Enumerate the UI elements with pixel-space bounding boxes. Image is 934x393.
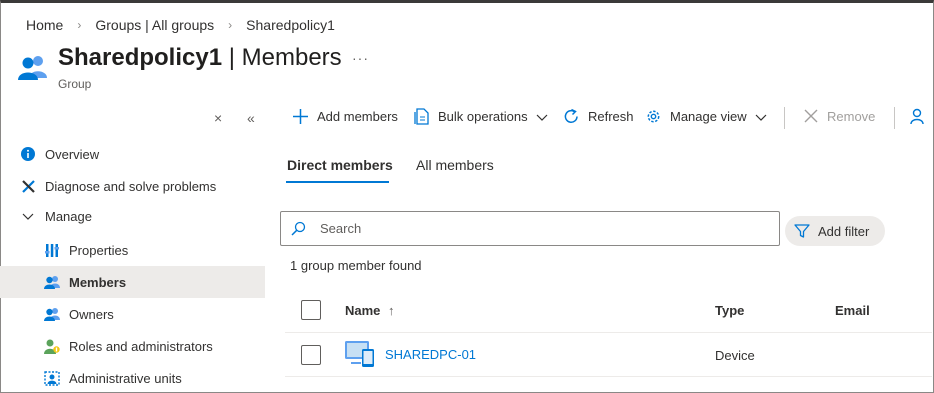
bulk-operations-label: Bulk operations [438, 109, 528, 124]
info-icon [20, 146, 36, 162]
tab-all-members[interactable]: All members [416, 157, 494, 173]
sidebar-item-manage[interactable]: Manage [0, 200, 265, 232]
properties-icon [44, 242, 60, 258]
breadcrumb-current[interactable]: Sharedpolicy1 [246, 17, 335, 33]
remove-button[interactable]: Remove [803, 108, 875, 124]
sidebar-item-label: Manage [45, 208, 92, 224]
admin-units-icon [44, 370, 60, 386]
sidebar-item-label: Roles and administrators [69, 338, 213, 354]
close-icon [803, 108, 819, 124]
chevron-down-icon [20, 208, 36, 224]
chevron-down-icon [536, 111, 548, 123]
sidebar-item-properties[interactable]: Properties [0, 234, 265, 266]
feedback-button[interactable] [910, 108, 934, 125]
refresh-icon [563, 108, 580, 125]
sidebar-item-label: Administrative units [69, 370, 182, 386]
remove-label: Remove [827, 108, 876, 124]
sidebar-item-roles[interactable]: Roles and administrators [0, 330, 265, 362]
column-header-email[interactable]: Email [835, 303, 870, 318]
search-box [280, 211, 780, 246]
collapse-sidebar-icon[interactable]: « [247, 110, 255, 126]
sidebar-item-owners[interactable]: Owners [0, 298, 265, 330]
add-filter-label: Add filter [818, 223, 870, 239]
page-title-name: Sharedpolicy1 [58, 44, 223, 71]
chevron-down-icon [755, 111, 767, 123]
plus-icon [292, 108, 309, 125]
sidebar-item-diagnose[interactable]: Diagnose and solve problems [0, 170, 265, 202]
sidebar-item-admin-units[interactable]: Administrative units [0, 362, 265, 393]
add-members-button[interactable]: Add members [292, 108, 398, 125]
manage-view-label: Manage view [670, 109, 747, 124]
row-checkbox[interactable] [301, 345, 321, 365]
toolbar-divider [894, 107, 895, 129]
page-subtitle: Group [58, 77, 92, 91]
header-divider [285, 332, 932, 333]
refresh-label: Refresh [588, 109, 634, 124]
person-feedback-icon [910, 108, 928, 125]
more-options-button[interactable]: ··· [352, 50, 369, 66]
column-header-name[interactable]: Name ↑ [345, 303, 395, 318]
active-tab-indicator [286, 181, 389, 183]
toolbar-divider [784, 107, 785, 129]
sidebar-item-overview[interactable]: Overview [0, 138, 265, 170]
filter-icon [794, 223, 810, 239]
device-name-link[interactable]: SHAREDPC-01 [385, 347, 476, 362]
sidebar-item-members[interactable]: Members [0, 266, 265, 298]
search-input[interactable] [320, 221, 760, 236]
bulk-operations-icon [414, 108, 430, 125]
wrench-icon [20, 178, 36, 194]
sort-ascending-icon: ↑ [388, 303, 395, 318]
device-icon [344, 340, 376, 371]
bulk-operations-button[interactable]: Bulk operations [414, 108, 548, 125]
sidebar-item-label: Overview [45, 146, 100, 162]
breadcrumb-separator-icon: › [228, 18, 233, 32]
owners-icon [44, 306, 60, 322]
row-divider [285, 376, 932, 377]
sidebar-item-label: Diagnose and solve problems [45, 178, 217, 194]
group-icon [18, 54, 48, 83]
breadcrumb-home[interactable]: Home [26, 17, 63, 33]
page-title: Sharedpolicy1 | Members [58, 44, 342, 72]
manage-view-button[interactable]: Manage view [645, 108, 767, 125]
members-icon [44, 274, 60, 290]
sidebar-item-label: Properties [69, 242, 129, 258]
search-icon [291, 221, 306, 236]
column-header-type[interactable]: Type [715, 303, 744, 318]
column-name-label: Name [345, 303, 381, 318]
result-count: 1 group member found [290, 258, 422, 273]
roles-icon [44, 338, 60, 354]
close-icon[interactable]: × [214, 110, 222, 126]
page-title-section: | Members [222, 44, 342, 71]
gear-icon [645, 108, 662, 125]
breadcrumb-separator-icon: › [77, 18, 82, 32]
sidebar-item-label: Owners [69, 306, 114, 322]
row-type: Device [715, 348, 755, 363]
refresh-button[interactable]: Refresh [563, 108, 634, 125]
breadcrumb: Home › Groups | All groups › Sharedpolic… [26, 17, 335, 33]
sidebar-item-label: Members [69, 274, 127, 290]
add-filter-button[interactable]: Add filter [785, 216, 885, 246]
add-members-label: Add members [317, 109, 398, 124]
tab-direct-members[interactable]: Direct members [287, 157, 393, 173]
breadcrumb-groups[interactable]: Groups | All groups [95, 17, 214, 33]
select-all-checkbox[interactable] [301, 300, 321, 320]
